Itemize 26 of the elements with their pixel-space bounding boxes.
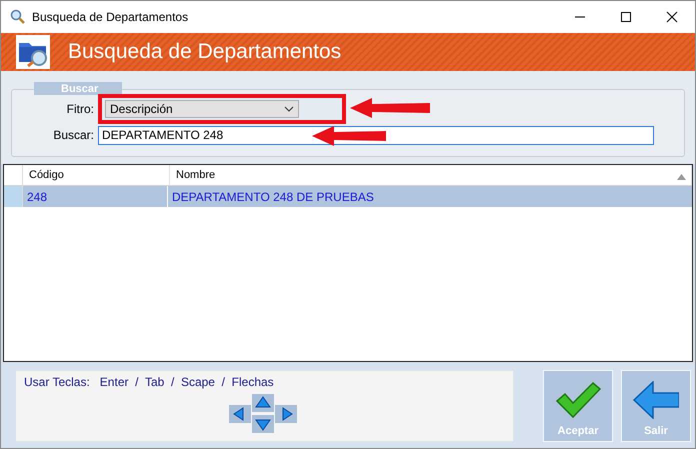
search-field[interactable]: DEPARTAMENTO 248	[98, 126, 654, 144]
window-title: Busqueda de Departamentos	[32, 10, 188, 24]
table-cell-text: DEPARTAMENTO 248 DE PRUEBAS	[171, 188, 375, 206]
column-header[interactable]: Código	[23, 165, 170, 185]
close-icon[interactable]	[666, 11, 678, 23]
left-arrow-icon	[633, 381, 679, 419]
group-label: Buscar	[34, 82, 122, 95]
right-arrow-key-icon	[275, 404, 297, 422]
checkmark-icon	[555, 381, 601, 419]
chevron-down-icon	[284, 106, 294, 112]
search-label: Buscar:	[52, 128, 95, 142]
folder-search-icon	[16, 35, 50, 69]
down-arrow-key-icon	[252, 415, 274, 433]
table-cell: 248	[23, 186, 168, 207]
left-arrow-key-icon	[229, 404, 251, 422]
arrow-icon	[350, 98, 430, 118]
sort-arrow-icon	[677, 174, 686, 180]
hint-text: Usar Teclas: Enter / Tab / Scape / Flechas	[24, 375, 275, 389]
search-icon	[10, 9, 26, 25]
arrow-icon	[312, 126, 386, 146]
filter-dropdown[interactable]: Descripción	[105, 100, 299, 118]
header-title: Busqueda de Departamentos	[68, 40, 342, 64]
table-row[interactable]: 248 DEPARTAMENTO 248 DE PRUEBAS	[4, 186, 692, 207]
filter-label: Fitro:	[66, 102, 95, 116]
up-arrow-key-icon	[252, 394, 274, 412]
maximize-icon[interactable]	[620, 11, 632, 23]
